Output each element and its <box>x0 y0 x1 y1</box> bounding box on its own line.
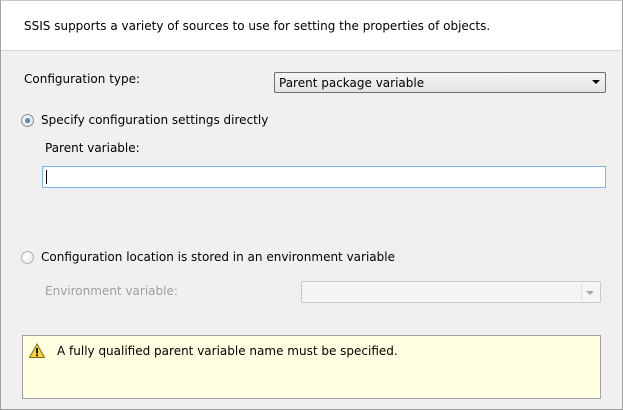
header-banner: SSIS supports a variety of sources to us… <box>1 1 622 51</box>
validation-message-box: A fully qualified parent variable name m… <box>22 335 601 399</box>
chevron-down-icon <box>592 80 600 84</box>
text-caret <box>46 170 47 184</box>
chevron-down-icon <box>586 291 594 295</box>
header-description: SSIS supports a variety of sources to us… <box>24 19 491 33</box>
parent-variable-label: Parent variable: <box>45 141 140 155</box>
environment-variable-label: Environment variable: <box>45 284 178 298</box>
radio-selected-dot <box>25 118 30 123</box>
environment-variable-dropdown[interactable] <box>301 281 601 303</box>
dropdown-separator <box>581 284 582 300</box>
configuration-type-label: Configuration type: <box>24 72 141 86</box>
radio-specify-directly[interactable] <box>21 114 34 127</box>
parent-variable-input[interactable] <box>42 166 606 188</box>
validation-message-text: A fully qualified parent variable name m… <box>57 344 398 358</box>
radio-environment-variable-label[interactable]: Configuration location is stored in an e… <box>41 250 395 264</box>
warning-icon <box>29 343 45 358</box>
configuration-panel: SSIS supports a variety of sources to us… <box>0 0 623 410</box>
configuration-type-dropdown[interactable]: Parent package variable <box>274 72 606 93</box>
radio-specify-directly-label[interactable]: Specify configuration settings directly <box>41 113 268 127</box>
configuration-type-value: Parent package variable <box>279 76 425 90</box>
radio-environment-variable[interactable] <box>21 251 34 264</box>
